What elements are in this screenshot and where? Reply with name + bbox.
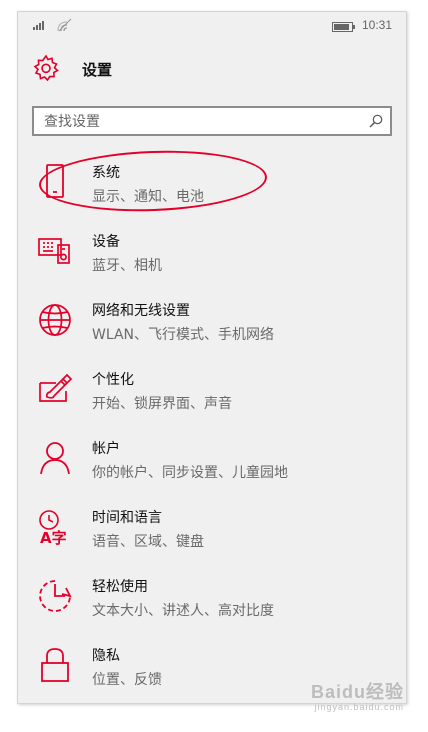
globe-icon [39,304,71,336]
settings-item-system[interactable]: 系统 显示、通知、电池 [18,152,406,214]
settings-item-description: 位置、反馈 [92,672,162,688]
settings-item-label: 隐私 [92,648,120,664]
search-icon[interactable] [368,113,384,129]
settings-item-network[interactable]: 网络和无线设置 WLAN、飞行模式、手机网络 [18,290,406,352]
settings-item-label: 帐户 [92,441,120,457]
person-icon [40,442,70,475]
page-header: 设置 [32,54,392,82]
settings-item-description: 你的帐户、同步设置、儿童园地 [92,465,288,481]
settings-item-description: 语音、区域、键盘 [92,534,204,550]
settings-item-accounts[interactable]: 帐户 你的帐户、同步设置、儿童园地 [18,428,406,490]
settings-item-label: 系统 [92,165,120,181]
devices-icon [38,238,70,264]
settings-screen: 10:31 设置 系统 显示、通知、电池 [17,11,407,704]
personalization-icon [39,373,73,402]
wifi-icon [57,18,72,32]
settings-item-description: 文本大小、讲述人、高对比度 [92,603,274,619]
settings-item-description: 显示、通知、电池 [92,189,204,205]
settings-item-label: 个性化 [92,372,134,388]
search-input[interactable] [42,111,356,133]
svg-text:A字: A字 [40,529,67,547]
time-language-icon: A字 [39,510,67,547]
settings-item-devices[interactable]: 设备 蓝牙、相机 [18,221,406,283]
watermark: Baidu经验 jingyan.baidu.com [311,678,404,712]
settings-item-personalization[interactable]: 个性化 开始、锁屏界面、声音 [18,359,406,421]
signal-icon [33,21,44,30]
phone-icon [46,164,64,198]
status-bar: 10:31 [18,12,406,40]
settings-item-description: 开始、锁屏界面、声音 [92,396,232,412]
settings-item-description: 蓝牙、相机 [92,258,162,274]
page-title: 设置 [82,61,113,79]
gear-icon [33,54,59,82]
settings-item-label: 时间和语言 [92,510,162,526]
settings-item-time-language[interactable]: A字 时间和语言 语音、区域、键盘 [18,497,406,559]
settings-item-label: 轻松使用 [92,579,148,595]
settings-item-label: 网络和无线设置 [92,303,190,319]
settings-item-ease-of-access[interactable]: 轻松使用 文本大小、讲述人、高对比度 [18,566,406,628]
ease-of-access-icon [39,580,72,612]
clock-time: 10:31 [361,18,392,32]
settings-item-description: WLAN、飞行模式、手机网络 [92,327,275,343]
watermark-brand: Baidu经验 [310,682,404,702]
search-box[interactable] [32,106,392,136]
watermark-url: jingyan.baidu.com [314,702,404,712]
lock-icon [41,648,69,682]
settings-item-label: 设备 [92,234,120,250]
battery-icon [332,22,355,32]
